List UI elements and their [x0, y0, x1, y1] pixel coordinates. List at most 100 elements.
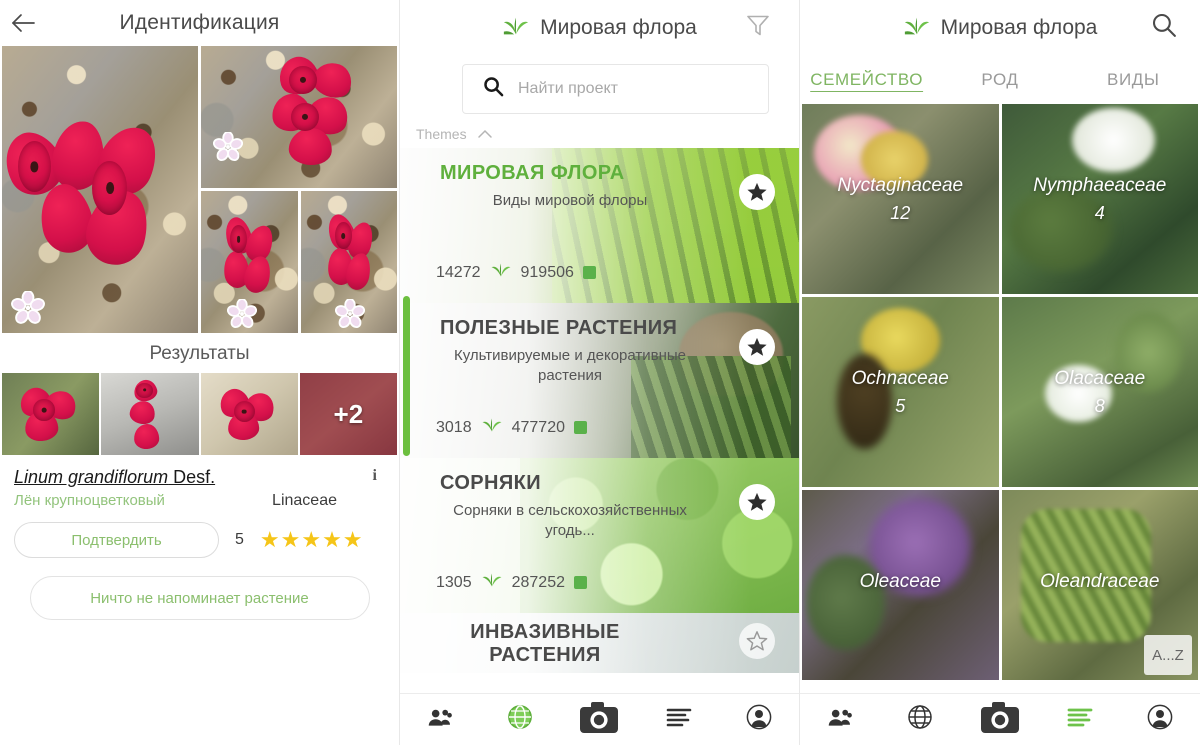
nav-profile-button[interactable]	[1132, 698, 1188, 742]
brand-title: Мировая флора	[940, 16, 1098, 39]
globe-icon	[507, 704, 533, 735]
app-screenshot: Идентификация Результаты +2 Linum grandi…	[0, 0, 1200, 745]
theme-species-count: 3018	[436, 418, 472, 436]
family-name: Nyctaginaceae	[837, 174, 964, 196]
scientific-name[interactable]: Linum grandiflorum Desf.	[14, 467, 385, 488]
search-icon	[483, 76, 504, 102]
nav-camera-button[interactable]	[571, 698, 627, 742]
tab-species[interactable]: ВИДЫ	[1067, 70, 1200, 90]
theme-star-button[interactable]	[739, 329, 775, 365]
family-cell[interactable]: Nyctaginaceae 12	[802, 104, 999, 294]
profile-icon	[746, 704, 772, 735]
theme-subtitle: Культивируемые и декоративные растения	[453, 347, 687, 385]
tab-genus[interactable]: РОД	[933, 70, 1066, 90]
search-icon[interactable]	[1151, 12, 1178, 44]
theme-card[interactable]: ИНВАЗИВНЫЕ РАСТЕНИЯ	[400, 613, 799, 673]
scientific-name-author: Desf.	[168, 467, 216, 487]
panel-family-browser: Мировая флора СЕМЕЙСТВО РОД ВИДЫ Nyctagi…	[800, 0, 1200, 745]
common-name-row: Лён крупноцветковый Linaceae	[14, 492, 385, 510]
family-cell[interactable]: Olacaceae 8	[1001, 297, 1198, 487]
nav-list-button[interactable]	[1052, 698, 1108, 742]
info-icon[interactable]: i	[373, 467, 377, 485]
family-grid: Nyctaginaceae 12 Nymphaeaceae 4 Ochnacea…	[800, 104, 1200, 680]
result-thumb-1[interactable]	[2, 373, 100, 455]
nav-community-button[interactable]	[412, 698, 468, 742]
themes-section-header[interactable]: Themes	[400, 114, 799, 148]
status-square-icon	[582, 266, 596, 279]
theme-card[interactable]: МИРОВАЯ ФЛОРА Виды мировой флоры 14272 9…	[400, 148, 799, 303]
nav-community-button[interactable]	[812, 698, 868, 742]
vote-count: 5	[235, 531, 244, 548]
leaf-logo-icon	[502, 15, 530, 42]
panel-identification: Идентификация Результаты +2 Linum grandi…	[0, 0, 400, 745]
result-thumb-more[interactable]: +2	[299, 373, 397, 455]
nav-globe-button[interactable]	[492, 698, 548, 742]
theme-star-button[interactable]	[739, 623, 775, 659]
tab-family[interactable]: СЕМЕЙСТВО	[800, 70, 933, 90]
list-icon	[1067, 707, 1093, 732]
theme-stats: 14272 919506	[436, 262, 596, 283]
status-square-icon	[573, 576, 587, 589]
themes-list: МИРОВАЯ ФЛОРА Виды мировой флоры 14272 9…	[400, 148, 799, 673]
panel-projects: Мировая флора Найти проект Themes МИРОВА…	[400, 0, 800, 745]
family-count: 4	[1094, 202, 1105, 223]
star-rating[interactable]: ★★★★★	[260, 529, 364, 551]
bottom-navigation	[400, 693, 799, 745]
leaf-count-icon	[481, 572, 503, 593]
profile-icon	[1147, 704, 1173, 735]
identification-header: Идентификация	[0, 0, 399, 46]
family-cell[interactable]: Ochnaceae 5	[802, 297, 999, 487]
theme-species-count: 1305	[436, 573, 472, 591]
brand: Мировая флора	[903, 15, 1098, 42]
theme-star-button[interactable]	[739, 174, 775, 210]
family-name: Oleandraceae	[1040, 571, 1160, 592]
search-input[interactable]: Найти проект	[462, 64, 769, 114]
chevron-up-icon[interactable]	[477, 127, 493, 142]
theme-card[interactable]: СОРНЯКИ Сорняки в сельскохозяйственных у…	[400, 458, 799, 613]
scrollbar-thumb[interactable]	[403, 296, 410, 456]
nothing-matches-button[interactable]: Ничто не напоминает растение	[29, 576, 370, 620]
confirm-button[interactable]: Подтвердить	[14, 522, 219, 558]
nav-list-button[interactable]	[651, 698, 707, 742]
theme-subtitle: Сорняки в сельскохозяйственных угодь...	[453, 502, 687, 540]
filter-icon[interactable]	[745, 13, 771, 44]
common-name: Лён крупноцветковый	[14, 492, 165, 509]
family-name: Ochnaceae	[851, 367, 949, 389]
observation-photo-2[interactable]	[201, 46, 397, 188]
theme-observation-count: 287252	[511, 573, 565, 591]
theme-species-count: 14272	[436, 263, 481, 281]
brand: Мировая флора	[502, 15, 697, 42]
nav-camera-button[interactable]	[972, 698, 1028, 742]
results-thumbnail-row: +2	[0, 373, 399, 455]
back-arrow-icon[interactable]	[0, 12, 46, 34]
observation-photo-3[interactable]	[201, 191, 298, 333]
family-cell[interactable]: Oleaceae	[802, 490, 999, 680]
leaf-logo-icon	[903, 15, 931, 42]
family-name: Nymphaeaceae	[1033, 174, 1167, 196]
result-thumb-3[interactable]	[200, 373, 298, 455]
sakura-sticker-icon	[334, 299, 365, 329]
community-icon	[427, 707, 453, 732]
theme-stats: 3018 477720	[436, 417, 587, 438]
nav-globe-button[interactable]	[892, 698, 948, 742]
taxonomy-tabs: СЕМЕЙСТВО РОД ВИДЫ	[800, 56, 1200, 104]
page-title: Идентификация	[119, 11, 280, 34]
results-heading: Результаты	[0, 333, 399, 373]
sakura-sticker-icon	[227, 299, 257, 329]
leaf-count-icon	[481, 417, 503, 438]
observation-photo-main[interactable]	[0, 46, 198, 333]
theme-star-button[interactable]	[739, 484, 775, 520]
observation-photo-4[interactable]	[300, 191, 397, 333]
alphabet-sort-badge[interactable]: A...Z	[1144, 635, 1192, 675]
family-name: Linaceae	[272, 492, 337, 509]
theme-observation-count: 919506	[520, 263, 574, 281]
scientific-name-binomial: Linum grandiflorum	[14, 467, 169, 487]
theme-observation-count: 477720	[511, 418, 565, 436]
nav-profile-button[interactable]	[731, 698, 787, 742]
observation-photo-grid	[0, 46, 399, 333]
result-thumb-2[interactable]	[101, 373, 199, 455]
family-count: 8	[1094, 395, 1105, 416]
search-placeholder: Найти проект	[518, 80, 618, 97]
family-cell[interactable]: Nymphaeaceae 4	[1001, 104, 1198, 294]
theme-card[interactable]: ПОЛЕЗНЫЕ РАСТЕНИЯ Культивируемые и декор…	[400, 303, 799, 458]
